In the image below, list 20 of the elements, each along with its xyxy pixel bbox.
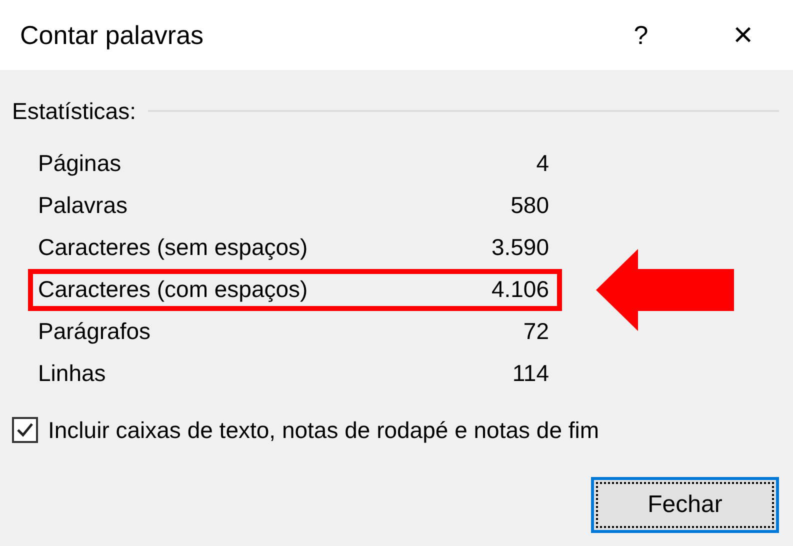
stat-label: Parágrafos [38, 317, 152, 346]
stat-value: 4.106 [491, 275, 549, 304]
stat-label: Caracteres (sem espaços) [38, 233, 309, 262]
stat-label: Linhas [38, 359, 107, 388]
stat-label: Palavras [38, 191, 128, 220]
stat-value: 114 [512, 359, 549, 388]
help-button[interactable]: ? [621, 16, 661, 54]
stat-value: 580 [510, 191, 549, 220]
close-button[interactable]: × [721, 10, 765, 60]
checkbox-label: Incluir caixas de texto, notas de rodapé e notas de fim [48, 416, 600, 445]
stat-value: 72 [523, 317, 549, 346]
stat-label: Caracteres (com espaços) [38, 275, 309, 304]
close-dialog-button[interactable]: Fechar [591, 477, 779, 533]
window-title: Contar palavras [20, 18, 205, 52]
section-title: Estatísticas: [12, 97, 136, 126]
stat-value: 3.590 [491, 233, 549, 262]
arrow-icon [596, 248, 734, 330]
stat-label: Páginas [38, 149, 122, 178]
checkbox[interactable] [12, 416, 38, 443]
stat-value: 4 [536, 149, 549, 178]
